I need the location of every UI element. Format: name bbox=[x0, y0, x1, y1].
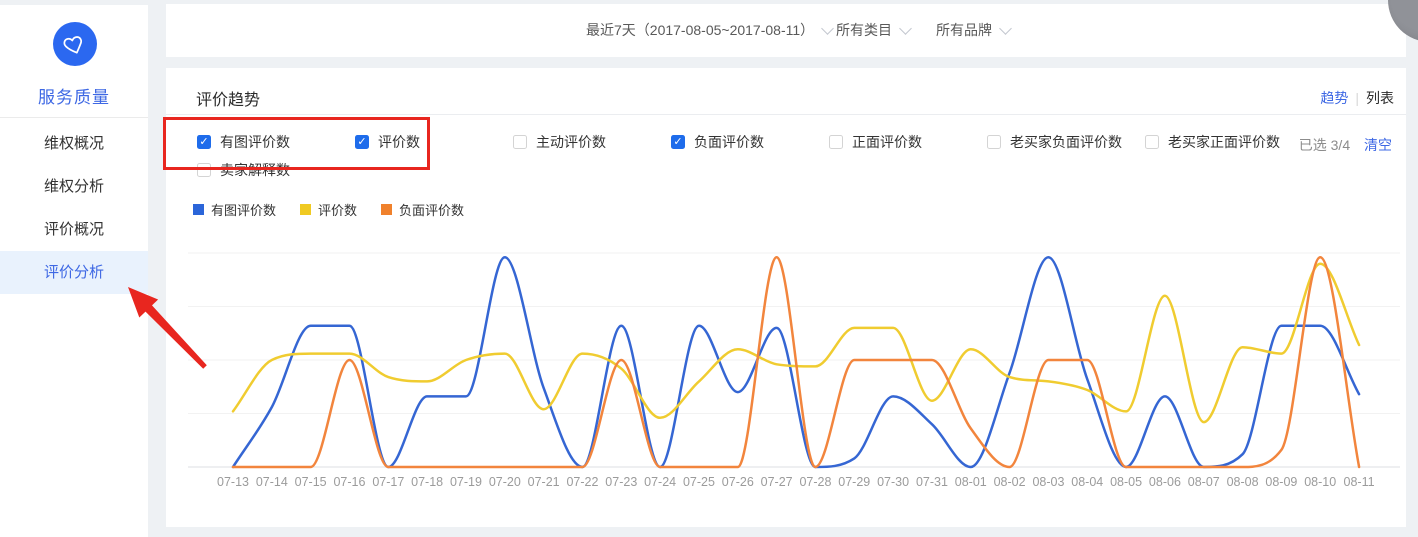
x-tick-label: 07-18 bbox=[411, 475, 443, 489]
clear-selection-link[interactable]: 清空 bbox=[1364, 137, 1392, 153]
metric-label: 评价数 bbox=[378, 132, 420, 152]
sidebar-divider bbox=[0, 117, 148, 118]
sidebar-item-weiquan-overview[interactable]: 维权概况 bbox=[0, 122, 148, 165]
checkbox-checked-icon[interactable]: ✓ bbox=[355, 135, 369, 149]
panel-title: 评价趋势 bbox=[196, 86, 260, 110]
legend-item[interactable]: 负面评价数 bbox=[381, 200, 464, 219]
metrics-row-2: 卖家解释数 bbox=[197, 159, 355, 181]
brand-select[interactable]: 所有品牌 bbox=[936, 4, 1010, 57]
x-tick-label: 08-07 bbox=[1188, 475, 1220, 489]
checkbox-unchecked-icon[interactable] bbox=[987, 135, 1001, 149]
x-tick-label: 08-08 bbox=[1227, 475, 1259, 489]
x-tick-label: 08-01 bbox=[955, 475, 987, 489]
checkbox-unchecked-icon[interactable] bbox=[197, 163, 211, 177]
metric-checkbox-item[interactable]: 老买家正面评价数 bbox=[1145, 131, 1303, 153]
x-tick-label: 07-29 bbox=[838, 475, 870, 489]
metric-checkbox-item[interactable]: 老买家负面评价数 bbox=[987, 131, 1145, 153]
chevron-down-icon bbox=[899, 22, 912, 35]
metric-label: 正面评价数 bbox=[852, 132, 922, 152]
sidebar: 服务质量 维权概况 维权分析 评价概况 评价分析 bbox=[0, 5, 148, 537]
checkbox-unchecked-icon[interactable] bbox=[513, 135, 527, 149]
metric-checkbox-item[interactable]: ✓ 评价数 bbox=[355, 131, 513, 153]
x-tick-label: 07-17 bbox=[372, 475, 404, 489]
checkbox-checked-icon[interactable]: ✓ bbox=[197, 135, 211, 149]
metric-checkbox-item[interactable]: 正面评价数 bbox=[829, 131, 987, 153]
legend-label: 有图评价数 bbox=[211, 200, 276, 219]
x-tick-label: 07-25 bbox=[683, 475, 715, 489]
chevron-down-icon bbox=[999, 22, 1012, 35]
sidebar-item-weiquan-analysis[interactable]: 维权分析 bbox=[0, 165, 148, 208]
legend-label: 负面评价数 bbox=[399, 200, 464, 219]
panel-header-divider bbox=[166, 114, 1406, 115]
x-tick-label: 08-02 bbox=[994, 475, 1026, 489]
legend-swatch-icon bbox=[381, 204, 392, 215]
view-list-tab[interactable]: 列表 bbox=[1366, 90, 1394, 106]
x-tick-label: 08-05 bbox=[1110, 475, 1142, 489]
x-tick-label: 08-11 bbox=[1344, 475, 1375, 489]
metric-label: 负面评价数 bbox=[694, 132, 764, 152]
trend-line-chart: 07-13 07-14 07-15 07-16 07-17 07-18 07-19 07-20… bbox=[166, 228, 1406, 518]
sidebar-menu: 维权概况 维权分析 评价概况 评价分析 bbox=[0, 122, 148, 294]
legend-item[interactable]: 评价数 bbox=[300, 200, 357, 219]
x-tick-label: 07-31 bbox=[916, 475, 948, 489]
legend-swatch-icon bbox=[300, 204, 311, 215]
x-tick-label: 07-14 bbox=[256, 475, 288, 489]
view-switch-divider: | bbox=[1355, 90, 1359, 106]
view-trend-tab[interactable]: 趋势 bbox=[1320, 90, 1348, 106]
metric-checkbox-item[interactable]: 主动评价数 bbox=[513, 131, 671, 153]
selected-count: 已选 3/4 bbox=[1299, 137, 1350, 153]
sidebar-brand[interactable]: 服务质量 bbox=[0, 5, 148, 117]
view-switch: 趋势 | 列表 bbox=[1320, 88, 1394, 108]
metric-label: 老买家负面评价数 bbox=[1010, 132, 1122, 152]
x-tick-label: 07-27 bbox=[761, 475, 793, 489]
x-tick-label: 08-10 bbox=[1304, 475, 1336, 489]
x-tick-label: 07-16 bbox=[333, 475, 365, 489]
legend-swatch-icon bbox=[193, 204, 204, 215]
x-tick-label: 07-30 bbox=[877, 475, 909, 489]
x-tick-label: 07-20 bbox=[489, 475, 521, 489]
x-tick-label: 07-26 bbox=[722, 475, 754, 489]
metric-label: 卖家解释数 bbox=[220, 160, 290, 180]
chevron-down-icon bbox=[821, 22, 834, 35]
metric-checkbox-item[interactable]: 卖家解释数 bbox=[197, 159, 355, 181]
category-value: 所有类目 bbox=[836, 22, 892, 38]
heart-badge-icon bbox=[53, 22, 97, 66]
x-tick-label: 07-15 bbox=[295, 475, 327, 489]
chart-legend: 有图评价数 评价数 负面评价数 bbox=[193, 200, 488, 219]
date-range-value: 最近7天（2017-08-05~2017-08-11） bbox=[586, 22, 814, 38]
filter-bar: 最近7天（2017-08-05~2017-08-11） 所有类目 所有品牌 bbox=[166, 4, 1406, 57]
x-tick-label: 07-23 bbox=[605, 475, 637, 489]
x-tick-label: 08-09 bbox=[1265, 475, 1297, 489]
legend-item[interactable]: 有图评价数 bbox=[193, 200, 276, 219]
x-tick-label: 07-28 bbox=[799, 475, 831, 489]
x-tick-label: 08-04 bbox=[1071, 475, 1103, 489]
date-range-select[interactable]: 最近7天（2017-08-05~2017-08-11） bbox=[586, 4, 832, 57]
metric-label: 老买家正面评价数 bbox=[1168, 132, 1280, 152]
x-tick-label: 08-06 bbox=[1149, 475, 1181, 489]
x-tick-label: 07-24 bbox=[644, 475, 676, 489]
checkbox-unchecked-icon[interactable] bbox=[829, 135, 843, 149]
checkbox-checked-icon[interactable]: ✓ bbox=[671, 135, 685, 149]
metric-checkbox-item[interactable]: ✓ 有图评价数 bbox=[197, 131, 355, 153]
x-tick-label: 07-21 bbox=[528, 475, 560, 489]
app-title: 服务质量 bbox=[0, 83, 148, 108]
sidebar-item-review-overview[interactable]: 评价概况 bbox=[0, 208, 148, 251]
category-select[interactable]: 所有类目 bbox=[836, 4, 910, 57]
metric-label: 主动评价数 bbox=[536, 132, 606, 152]
trend-panel: 评价趋势 趋势 | 列表 ✓ 有图评价数 ✓ 评价数 主动评价数 ✓ 负面评价数 正面评价数 老买家… bbox=[166, 68, 1406, 527]
legend-label: 评价数 bbox=[318, 200, 357, 219]
sidebar-item-review-analysis[interactable]: 评价分析 bbox=[0, 251, 148, 294]
x-tick-label: 07-22 bbox=[566, 475, 598, 489]
metric-label: 有图评价数 bbox=[220, 132, 290, 152]
checkbox-unchecked-icon[interactable] bbox=[1145, 135, 1159, 149]
selection-summary: 已选 3/4 清空 bbox=[1299, 135, 1392, 155]
x-tick-label: 08-03 bbox=[1032, 475, 1064, 489]
brand-value: 所有品牌 bbox=[936, 22, 992, 38]
metrics-row-1: ✓ 有图评价数 ✓ 评价数 主动评价数 ✓ 负面评价数 正面评价数 老买家负面评价数 老买家正面评… bbox=[197, 131, 1303, 153]
x-tick-label: 07-13 bbox=[217, 475, 249, 489]
x-tick-label: 07-19 bbox=[450, 475, 482, 489]
series-line bbox=[233, 257, 1359, 467]
metric-checkbox-item[interactable]: ✓ 负面评价数 bbox=[671, 131, 829, 153]
